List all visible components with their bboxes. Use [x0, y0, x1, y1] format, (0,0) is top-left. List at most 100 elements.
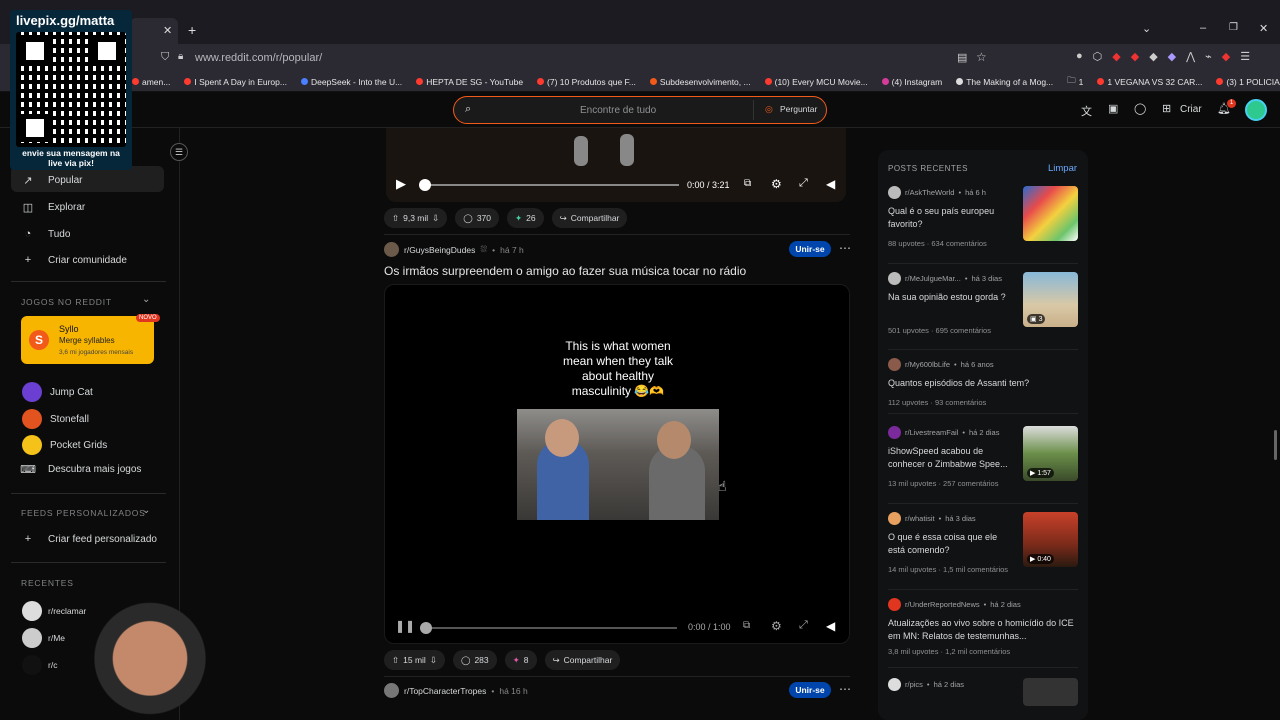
video-progress-bar[interactable] — [425, 627, 677, 629]
recent-post-item[interactable]: r/LivestreamFail • há 2 dias iShowSpeed ac… — [888, 426, 1078, 504]
video-progress-bar[interactable] — [424, 184, 679, 186]
volume-icon[interactable]: ◀ — [826, 619, 835, 633]
bookmark-star-icon[interactable]: ☆ — [976, 50, 987, 64]
bookmark-item[interactable]: DeepSeek - Into the U... — [300, 77, 402, 87]
ads-icon[interactable]: ▣ — [1108, 102, 1118, 115]
extension-icon[interactable]: ◆ — [1112, 50, 1120, 63]
recent-post-item[interactable]: r/MeJulgueMar... • há 3 dias Na sua opiniã… — [888, 272, 1078, 350]
settings-icon[interactable]: ⚙ — [771, 177, 782, 191]
sidebar-item-create-community[interactable]: + Criar comunidade — [22, 254, 127, 266]
subreddit-link[interactable]: r/GuysBeingDudes — [404, 245, 475, 255]
join-button[interactable]: Unir-se — [789, 682, 831, 698]
pause-icon[interactable]: ❚❚ — [395, 619, 415, 633]
bookmark-item[interactable]: (3) 1 POLICIAL VS 25 E... — [1216, 77, 1280, 87]
chat-icon[interactable]: ◯ — [1134, 102, 1146, 115]
new-tab-icon[interactable]: + — [188, 22, 196, 38]
extension-icon[interactable]: ⬡ — [1093, 50, 1103, 63]
comments-button[interactable]: ◯ 370 — [455, 208, 499, 228]
translate-icon[interactable]: 文 — [1081, 103, 1092, 119]
bookmark-item[interactable]: HEPTA DE SG - YouTube — [416, 77, 523, 87]
captions-icon[interactable]: ⧉ — [743, 620, 750, 631]
recent-post-item[interactable]: r/AskTheWorld • há 6 h Qual é o seu país e… — [888, 186, 1078, 264]
post-title[interactable]: Os irmãos surpreendem o amigo ao fazer s… — [384, 264, 746, 278]
more-options-icon[interactable]: ⋯ — [839, 682, 851, 696]
upvote-icon[interactable]: ⇧ — [392, 655, 399, 666]
chevron-down-icon[interactable]: ⌄ — [142, 505, 150, 516]
bookmark-item[interactable]: (7) 10 Produtos que F... — [537, 77, 636, 87]
game-pocket-grids[interactable]: Pocket Grids — [22, 435, 107, 455]
ask-button[interactable]: Perguntar — [780, 104, 817, 114]
extension-icon[interactable]: ⋀ — [1186, 50, 1195, 63]
video-progress-handle[interactable] — [419, 179, 431, 191]
fullscreen-icon[interactable]: ⤢ — [799, 619, 808, 632]
settings-icon[interactable]: ⚙ — [771, 619, 782, 633]
bookmark-item[interactable]: The Making of a Mog... — [956, 77, 1053, 87]
downvote-icon[interactable]: ⇩ — [432, 213, 439, 224]
bookmark-folder[interactable]: 🗀︎ 1 — [1067, 75, 1083, 89]
join-button[interactable]: Unir-se — [789, 241, 831, 257]
share-button[interactable]: ↪ Compartilhar — [551, 208, 628, 228]
recent-post-item[interactable]: r/whatisit • há 3 dias O que é essa coisa … — [888, 512, 1078, 590]
vote-control[interactable]: ⇧ 15 mil ⇩ — [384, 650, 445, 670]
reader-view-icon[interactable]: ▤ — [957, 51, 967, 64]
close-tab-icon[interactable]: ✕ — [163, 24, 172, 37]
recent-post-item[interactable]: r/My600lbLife • há 6 anos Quantos episódio… — [888, 358, 1078, 414]
recent-post-item[interactable]: r/UnderReportedNews • há 2 dias Atualizaçõ… — [888, 598, 1078, 668]
close-window-icon[interactable]: ✕ — [1259, 22, 1268, 35]
extension-icon[interactable]: ● — [1076, 50, 1083, 63]
captions-icon[interactable]: ⧉ — [744, 178, 751, 189]
bookmark-item[interactable]: I Spent A Day in Europ... — [184, 77, 287, 87]
subreddit-avatar[interactable] — [384, 242, 399, 257]
bookmark-item[interactable]: (10) Every MCU Movie... — [764, 77, 868, 87]
browser-tab-active[interactable]: ✕ — [130, 18, 178, 44]
awards-button[interactable]: ✦ 8 — [504, 650, 537, 670]
sidebar-collapse-icon[interactable]: ☰ — [170, 143, 188, 161]
volume-icon[interactable]: ◀ — [826, 177, 835, 191]
chevron-down-icon[interactable]: ⌄ — [142, 294, 150, 305]
comments-button[interactable]: ◯ 283 — [452, 650, 497, 670]
extension-icon[interactable]: ◆ — [1149, 50, 1157, 63]
extension-icon[interactable]: ⌁ — [1205, 50, 1212, 63]
sidebar-item-all[interactable]: ◔ Tudo — [22, 228, 71, 240]
downvote-icon[interactable]: ⇩ — [430, 655, 437, 666]
awards-button[interactable]: ✦ 26 — [507, 208, 544, 228]
recent-post-item[interactable]: r/pics • há 2 dias — [888, 678, 1078, 708]
create-button[interactable]: Criar — [1180, 104, 1202, 115]
extension-icon[interactable]: ◆ — [1131, 50, 1139, 63]
share-button[interactable]: ↪ Compartilhar — [544, 650, 621, 670]
bookmark-item[interactable]: amen... — [132, 77, 170, 87]
tab-list-icon[interactable]: ⌄ — [1142, 22, 1151, 35]
create-feed-link[interactable]: + Criar feed personalizado — [22, 533, 157, 545]
post2-video[interactable]: This is what women mean when they talk a… — [384, 284, 850, 644]
clear-button[interactable]: Limpar — [1048, 163, 1077, 174]
bookmark-item[interactable]: (4) Instagram — [881, 77, 942, 87]
video-progress-handle[interactable] — [420, 622, 432, 634]
subreddit-avatar[interactable] — [384, 683, 399, 698]
syllo-game-card[interactable]: S Syllo Merge syllables 3,6 mi jogadores… — [21, 314, 160, 364]
recent-community[interactable]: r/Me — [22, 628, 65, 648]
post1-video[interactable]: ▶ 0:00 / 3:21 ⧉ ⚙ ⤢ ◀ — [386, 128, 846, 202]
sidebar-item-popular-row[interactable]: ↗ Popular — [22, 174, 82, 187]
bookmark-item[interactable]: 1 VEGANA VS 32 CAR... — [1097, 77, 1202, 87]
more-options-icon[interactable]: ⋯ — [839, 241, 851, 255]
page-scrollbar[interactable] — [1274, 430, 1277, 460]
game-jump-cat[interactable]: Jump Cat — [22, 382, 93, 402]
recent-community[interactable]: r/c — [22, 655, 57, 675]
extension-icon[interactable]: ◆ — [1222, 50, 1230, 63]
vote-control[interactable]: ⇧ 9,3 mil ⇩ — [384, 208, 448, 228]
sidebar-item-explore[interactable]: ◫ Explorar — [22, 201, 85, 214]
upvote-icon[interactable]: ⇧ — [392, 213, 399, 224]
minimize-icon[interactable]: – — [1200, 22, 1206, 34]
maximize-icon[interactable]: ❐ — [1229, 22, 1238, 33]
extension-icon[interactable]: ◆ — [1168, 50, 1176, 63]
subreddit-link[interactable]: r/TopCharacterTropes — [404, 686, 486, 696]
url-input[interactable]: www.reddit.com/r/popular/ — [195, 52, 322, 64]
game-stonefall[interactable]: Stonefall — [22, 409, 89, 429]
user-avatar[interactable] — [1245, 99, 1267, 121]
bookmark-item[interactable]: Subdesenvolvimento, ... — [649, 77, 751, 87]
menu-icon[interactable]: ☰ — [1240, 50, 1250, 63]
discover-games-link[interactable]: ⌨ Descubra mais jogos — [20, 463, 141, 476]
fullscreen-icon[interactable]: ⤢ — [799, 177, 808, 190]
create-icon[interactable]: ⊞ — [1162, 102, 1171, 115]
play-icon[interactable]: ▶ — [396, 176, 406, 192]
